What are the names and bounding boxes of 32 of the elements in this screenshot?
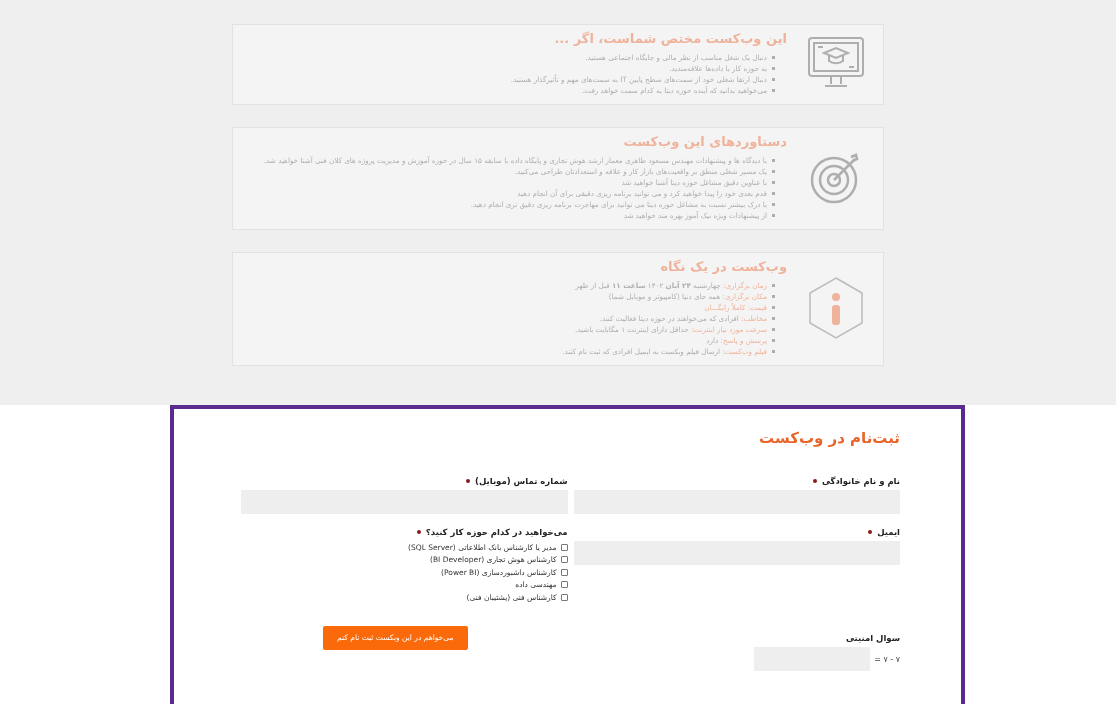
bullet-icon (772, 317, 775, 320)
bullet-icon (772, 295, 775, 298)
card-title: این وب‌کست مختص شماست، اگر ... (553, 31, 787, 46)
bullet-icon (772, 192, 775, 195)
card-title: وب‌کست در یک نگاه (659, 259, 787, 274)
captcha-question: = ۷ - ۷ (874, 654, 900, 664)
card-title: دستاوردهای این وب‌کست (622, 134, 787, 149)
bullet-icon (772, 203, 775, 206)
field-label: می‌خواهید در کدام حوزه کار کنید؟ (245, 526, 568, 538)
bullet-icon (772, 306, 775, 309)
bullet-icon (772, 181, 775, 184)
checkbox[interactable] (560, 581, 568, 589)
form-title: ثبت‌نام در وب‌کست (758, 429, 900, 447)
field-label: ایمیل (577, 526, 900, 538)
bullet-icon (772, 350, 775, 353)
bullet-icon (772, 67, 775, 70)
bullet-icon (772, 284, 775, 287)
bullet-icon (772, 339, 775, 342)
bullet-icon (772, 89, 775, 92)
bullet-icon (772, 78, 775, 81)
bullet-icon (772, 214, 775, 217)
field-label: شماره تماس (موبایل) (245, 475, 568, 487)
field-label: نام و نام خانوادگی (577, 475, 900, 487)
bullet-icon (772, 56, 775, 59)
bullet-icon (772, 159, 775, 162)
checkbox[interactable] (560, 593, 568, 601)
bullet-icon (772, 170, 775, 173)
field-label: سوال امنیتی (844, 632, 900, 644)
checkbox[interactable] (560, 543, 568, 551)
checkbox[interactable] (560, 568, 568, 576)
checkbox[interactable] (560, 556, 568, 564)
bullet-icon (772, 328, 775, 331)
